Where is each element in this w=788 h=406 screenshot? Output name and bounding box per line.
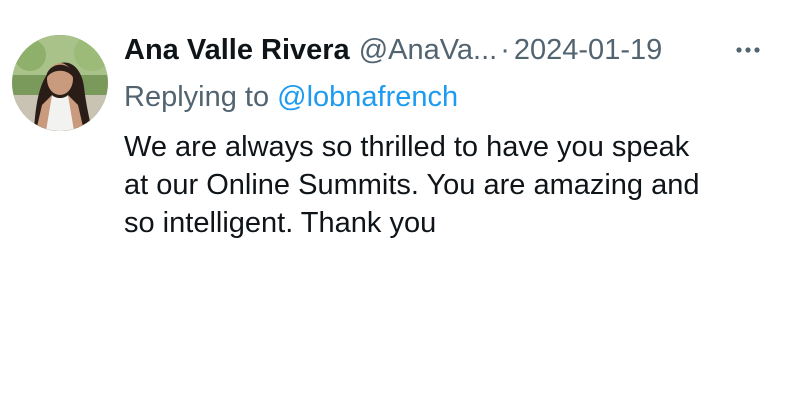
header-separator: · [500,34,510,66]
more-horizontal-icon [736,47,760,53]
author-display-name[interactable]: Ana Valle Rivera [124,30,350,70]
more-options-button[interactable] [728,30,768,70]
tweet-text-line: We are always so thrilled to have you sp… [124,131,690,163]
author-handle[interactable]: @AnaVa... [359,30,498,70]
replying-to-handle[interactable]: @lobnafrench [277,81,458,113]
tweet-text-line: so intelligent. Thank you [124,207,437,239]
replying-to-label: Replying to [124,81,270,113]
replying-to: Replying to @lobnafrench [124,77,458,117]
tweet-header: Ana Valle Rivera @AnaVa... · 2024-01-19 [124,30,768,70]
tweet-date[interactable]: 2024-01-19 [514,30,662,70]
tweet: Ana Valle Rivera @AnaVa... · 2024-01-19 … [0,0,788,406]
tweet-text-line: at our Online Summits. You are amazing a… [124,169,700,201]
avatar[interactable] [12,35,108,131]
profile-photo-icon [12,35,108,131]
tweet-text: We are always so thrilled to have you sp… [124,128,774,242]
